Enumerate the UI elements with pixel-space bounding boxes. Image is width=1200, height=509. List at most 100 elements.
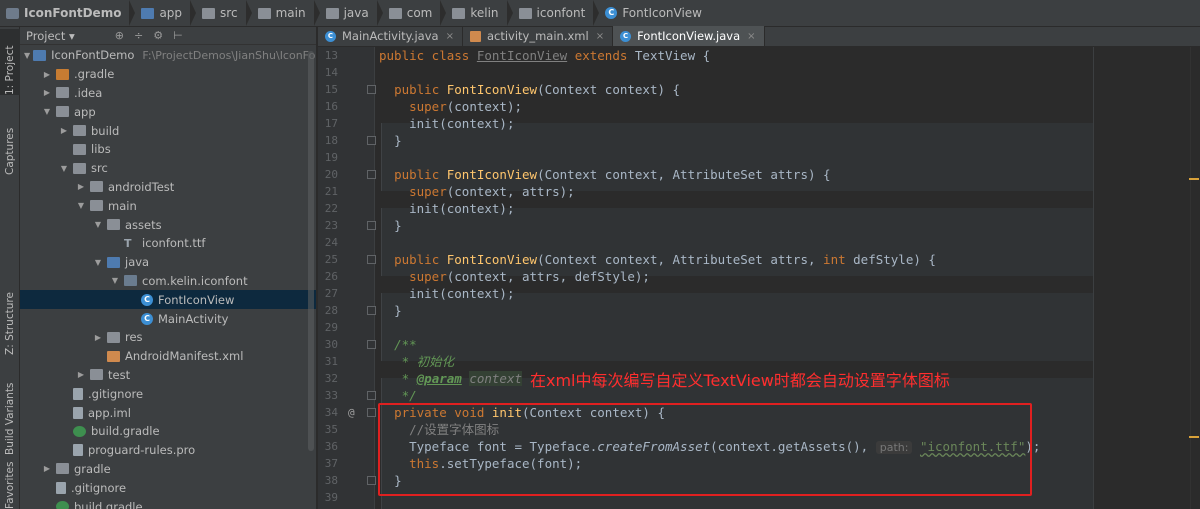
breadcrumb-label: main	[275, 6, 306, 20]
tree-item[interactable]: build.gradle	[20, 497, 316, 509]
fold-marker-icon[interactable]	[367, 221, 376, 230]
breadcrumb-item[interactable]: iconfont	[518, 0, 585, 26]
line-number: 25	[324, 253, 338, 266]
tree-item[interactable]: ▼ app	[20, 102, 316, 121]
folder-icon	[73, 125, 86, 137]
tree-item[interactable]: Ticonfont.ttf	[20, 234, 316, 253]
project-view-selector[interactable]: Project ▾	[26, 29, 75, 43]
fold-marker-icon[interactable]	[367, 306, 376, 315]
tree-item[interactable]: ▶ build	[20, 121, 316, 140]
breadcrumb-item[interactable]: main	[257, 0, 306, 26]
tree-item[interactable]: ▶ .idea	[20, 84, 316, 103]
expand-arrow-icon[interactable]: ▶	[75, 182, 87, 191]
tree-item[interactable]: libs	[20, 140, 316, 159]
editor-tab[interactable]: C MainActivity.java ×	[318, 26, 463, 46]
annotation-gutter-icon[interactable]: @	[348, 404, 355, 421]
folder-icon	[90, 200, 103, 212]
tree-item[interactable]: build.gradle	[20, 422, 316, 441]
breadcrumb-label: kelin	[470, 6, 499, 20]
tree-item-label: AndroidManifest.xml	[125, 349, 244, 364]
expand-arrow-icon[interactable]: ▶	[41, 70, 53, 79]
tree-item[interactable]: AndroidManifest.xml	[20, 347, 316, 366]
expand-arrow-icon[interactable]: ▼	[92, 220, 104, 229]
tree-item[interactable]: .gitignore	[20, 478, 316, 497]
expand-arrow-icon[interactable]: ▼	[109, 276, 121, 285]
breadcrumb-label: src	[220, 6, 238, 20]
collapse-all-icon[interactable]: ÷	[134, 29, 143, 42]
folder-icon	[73, 162, 86, 174]
fold-marker-icon[interactable]	[367, 136, 376, 145]
expand-arrow-icon[interactable]: ▼	[41, 107, 53, 116]
breadcrumb-item[interactable]: java	[325, 0, 369, 26]
fold-marker-icon[interactable]	[367, 408, 376, 417]
code-token: super	[409, 99, 447, 114]
tab-captures-tool[interactable]: Captures	[0, 111, 20, 175]
tab-structure-tool-label: Z: Structure	[4, 292, 16, 355]
line-number: 15	[324, 83, 338, 96]
breadcrumb-item[interactable]: kelin	[452, 0, 499, 26]
editor-tab[interactable]: activity_main.xml ×	[463, 26, 614, 46]
breadcrumb-separator	[245, 0, 252, 26]
line-number: 21	[324, 185, 338, 198]
fold-marker-icon[interactable]	[367, 340, 376, 349]
editor-tab[interactable]: C FontIconView.java ×	[613, 26, 765, 46]
fold-marker-icon[interactable]	[367, 170, 376, 179]
expand-arrow-icon[interactable]: ▼	[75, 201, 87, 210]
tree-item[interactable]: ▶ androidTest	[20, 178, 316, 197]
fold-marker-icon[interactable]	[367, 476, 376, 485]
folder-icon	[388, 7, 402, 19]
tree-item[interactable]: ▼ com.kelin.iconfont	[20, 272, 316, 291]
tree-item[interactable]: .gitignore	[20, 384, 316, 403]
fold-marker-icon[interactable]	[367, 391, 376, 400]
tree-item[interactable]: ▼ main	[20, 196, 316, 215]
tree-item[interactable]: C MainActivity	[20, 309, 316, 328]
line-number: 19	[324, 151, 338, 164]
tree-item[interactable]: app.iml	[20, 403, 316, 422]
tab-project-tool[interactable]: 1: Project	[0, 29, 20, 95]
code-token: *	[401, 371, 417, 386]
editor-scrollbar[interactable]	[1190, 47, 1200, 509]
tab-build-variants-tool[interactable]: Build Variants	[0, 365, 20, 455]
tree-item[interactable]: ▼ src	[20, 159, 316, 178]
breadcrumb-item[interactable]: app	[141, 0, 182, 26]
fold-marker-icon[interactable]	[367, 85, 376, 94]
breadcrumb-item[interactable]: com	[388, 0, 432, 26]
breadcrumb-item[interactable]: C FontIconView	[605, 0, 702, 26]
close-tab-icon[interactable]: ×	[446, 31, 454, 42]
error-stripe-marker[interactable]	[1189, 178, 1199, 180]
expand-arrow-icon[interactable]: ▼	[58, 164, 70, 173]
code-line-22: init(context);	[379, 200, 514, 217]
close-tab-icon[interactable]: ×	[596, 31, 604, 42]
tree-item[interactable]: ▶ test	[20, 366, 316, 385]
project-panel-scrollbar[interactable]	[308, 51, 314, 451]
tree-item[interactable]: C FontIconView	[20, 290, 316, 310]
close-tab-icon[interactable]: ×	[747, 31, 755, 42]
expand-arrow-icon[interactable]: ▶	[92, 333, 104, 342]
tree-item[interactable]: proguard-rules.pro	[20, 441, 316, 460]
tree-item[interactable]: ▶ res	[20, 328, 316, 347]
tree-item[interactable]: ▼ IconFontDemo F:\ProjectDemos\JianShu\Ico…	[20, 46, 316, 65]
scroll-from-source-icon[interactable]: ⊕	[115, 29, 124, 42]
fold-marker-icon[interactable]	[367, 255, 376, 264]
tree-item[interactable]: ▼ assets	[20, 215, 316, 234]
breadcrumb-item[interactable]: src	[202, 0, 238, 26]
tree-item[interactable]: ▶ gradle	[20, 460, 316, 479]
hide-panel-icon[interactable]: ⊢	[173, 29, 183, 42]
expand-arrow-icon[interactable]: ▼	[92, 258, 104, 267]
breadcrumb-item[interactable]: IconFontDemo	[6, 0, 121, 26]
expand-arrow-icon[interactable]: ▶	[41, 88, 53, 97]
tab-favorites-tool[interactable]: Favorites	[0, 461, 20, 509]
folder-icon	[518, 7, 532, 19]
project-panel: Project ▾ ⊕ ÷ ⚙ ⊢ ▼ IconFontDemo F:\Projec…	[20, 27, 317, 509]
expand-arrow-icon[interactable]: ▶	[58, 126, 70, 135]
expand-arrow-icon[interactable]: ▼	[24, 51, 30, 60]
tab-captures-tool-label: Captures	[4, 127, 16, 175]
error-stripe-marker[interactable]	[1189, 436, 1199, 438]
tree-item[interactable]: ▼ java	[20, 253, 316, 272]
tree-item[interactable]: ▶ .gradle	[20, 65, 316, 84]
expand-arrow-icon[interactable]: ▶	[75, 370, 87, 379]
expand-arrow-icon[interactable]: ▶	[41, 464, 53, 473]
tab-structure-tool[interactable]: Z: Structure	[0, 277, 20, 355]
tree-item-label: app	[74, 104, 96, 119]
settings-gear-icon[interactable]: ⚙	[153, 29, 163, 42]
